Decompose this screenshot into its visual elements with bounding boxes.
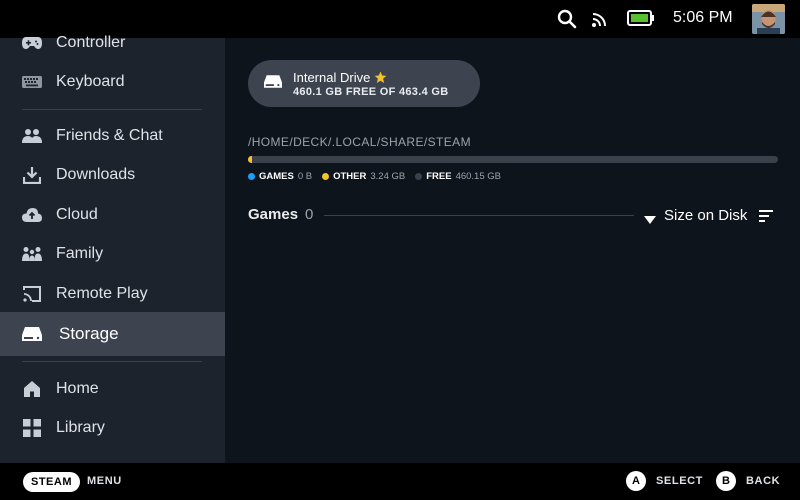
legend-value: 3.24 GB bbox=[370, 171, 406, 182]
sidebar-item-label: Storage bbox=[59, 324, 119, 343]
usage-other-fill bbox=[248, 156, 252, 163]
rss-signal-icon[interactable] bbox=[591, 10, 609, 28]
sidebar-item-label: Keyboard bbox=[56, 73, 125, 90]
sidebar-item-label: Family bbox=[56, 245, 104, 262]
legend-dot bbox=[248, 173, 255, 180]
clock: 5:06 PM bbox=[673, 9, 733, 26]
legend-other: OTHER 3.24 GB bbox=[322, 171, 405, 182]
sort-dropdown[interactable]: Size on Disk bbox=[644, 204, 774, 226]
sidebar-item-library[interactable]: Library bbox=[0, 408, 225, 448]
drive-icon bbox=[22, 324, 42, 344]
b-button-icon[interactable]: B bbox=[716, 471, 736, 491]
sidebar-item-label: Library bbox=[56, 419, 105, 436]
sidebar-item-family[interactable]: Family bbox=[0, 234, 225, 274]
caret-down-icon bbox=[644, 211, 656, 224]
sidebar-item-label: Friends & Chat bbox=[56, 127, 163, 144]
drive-name-text: Internal Drive bbox=[293, 70, 371, 85]
drive-name: Internal Drive bbox=[293, 70, 387, 85]
legend-free: FREE 460.15 GB bbox=[415, 171, 501, 182]
sidebar-item-label: Downloads bbox=[56, 166, 136, 183]
storage-legend: GAMES 0 B OTHER 3.24 GB FREE 460.15 GB bbox=[248, 171, 511, 182]
legend-label: FREE bbox=[426, 171, 452, 182]
legend-dot bbox=[322, 173, 330, 180]
legend-value: 0 B bbox=[297, 171, 313, 182]
search-icon[interactable] bbox=[557, 9, 577, 29]
sidebar-item-label: Cloud bbox=[56, 206, 98, 223]
legend-label: OTHER bbox=[333, 171, 367, 182]
storage-path: /HOME/DECK/.LOCAL/SHARE/STEAM bbox=[248, 135, 471, 149]
games-title: Games bbox=[248, 206, 299, 223]
sort-label: Size on Disk bbox=[664, 206, 748, 224]
battery-icon[interactable] bbox=[627, 10, 655, 26]
drive-icon bbox=[264, 74, 282, 92]
sidebar-item-friends-chat[interactable]: Friends & Chat bbox=[0, 116, 225, 156]
a-button-icon[interactable]: A bbox=[626, 471, 646, 491]
legend-games: GAMES 0 B bbox=[248, 171, 312, 182]
download-icon bbox=[22, 165, 42, 185]
gamepad-icon bbox=[22, 33, 42, 53]
sidebar-item-home[interactable]: Home bbox=[0, 369, 225, 409]
back-hint: BACK bbox=[746, 475, 781, 487]
bottom-hint-bar: STEAM MENU A SELECT B BACK bbox=[0, 463, 800, 500]
sidebar-item-downloads[interactable]: Downloads bbox=[0, 155, 225, 195]
cloud-icon bbox=[22, 205, 42, 225]
sidebar: Controller Keyboard Friends & Chat Downl… bbox=[0, 34, 225, 463]
home-icon bbox=[22, 379, 42, 399]
friends-icon bbox=[22, 126, 42, 146]
grid-icon bbox=[22, 418, 42, 438]
select-hint: SELECT bbox=[656, 475, 703, 487]
sidebar-item-cloud[interactable]: Cloud bbox=[0, 195, 225, 235]
legend-value: 460.15 GB bbox=[455, 171, 501, 182]
sidebar-item-remote-play[interactable]: Remote Play bbox=[0, 274, 225, 314]
legend-dot bbox=[415, 173, 423, 180]
keyboard-icon bbox=[22, 72, 42, 92]
star-icon bbox=[374, 71, 387, 84]
sidebar-divider bbox=[22, 361, 202, 362]
sidebar-item-storage[interactable]: Storage bbox=[0, 312, 225, 356]
remote-play-icon bbox=[22, 284, 42, 304]
steam-button[interactable]: STEAM bbox=[23, 472, 80, 492]
sort-icon[interactable] bbox=[759, 209, 774, 222]
drive-selector[interactable]: Internal Drive 460.1 GB FREE OF 463.4 GB bbox=[248, 60, 480, 107]
games-count: 0 bbox=[305, 206, 314, 223]
storage-usage-bar bbox=[248, 156, 778, 163]
drive-free-space: 460.1 GB FREE OF 463.4 GB bbox=[293, 86, 449, 98]
sidebar-item-label: Remote Play bbox=[56, 285, 148, 302]
sidebar-item-label: Controller bbox=[56, 34, 126, 51]
sidebar-divider bbox=[22, 109, 202, 110]
sidebar-item-label: Home bbox=[56, 380, 99, 397]
avatar[interactable] bbox=[752, 4, 785, 34]
games-header: Games 0 Size on Disk bbox=[248, 206, 778, 226]
sidebar-item-keyboard[interactable]: Keyboard bbox=[0, 62, 225, 102]
family-icon bbox=[22, 244, 42, 264]
games-divider bbox=[324, 215, 634, 216]
sidebar-item-controller[interactable]: Controller bbox=[0, 23, 225, 63]
legend-label: GAMES bbox=[259, 171, 294, 182]
storage-panel: Internal Drive 460.1 GB FREE OF 463.4 GB… bbox=[225, 38, 800, 463]
menu-hint: MENU bbox=[87, 475, 122, 487]
